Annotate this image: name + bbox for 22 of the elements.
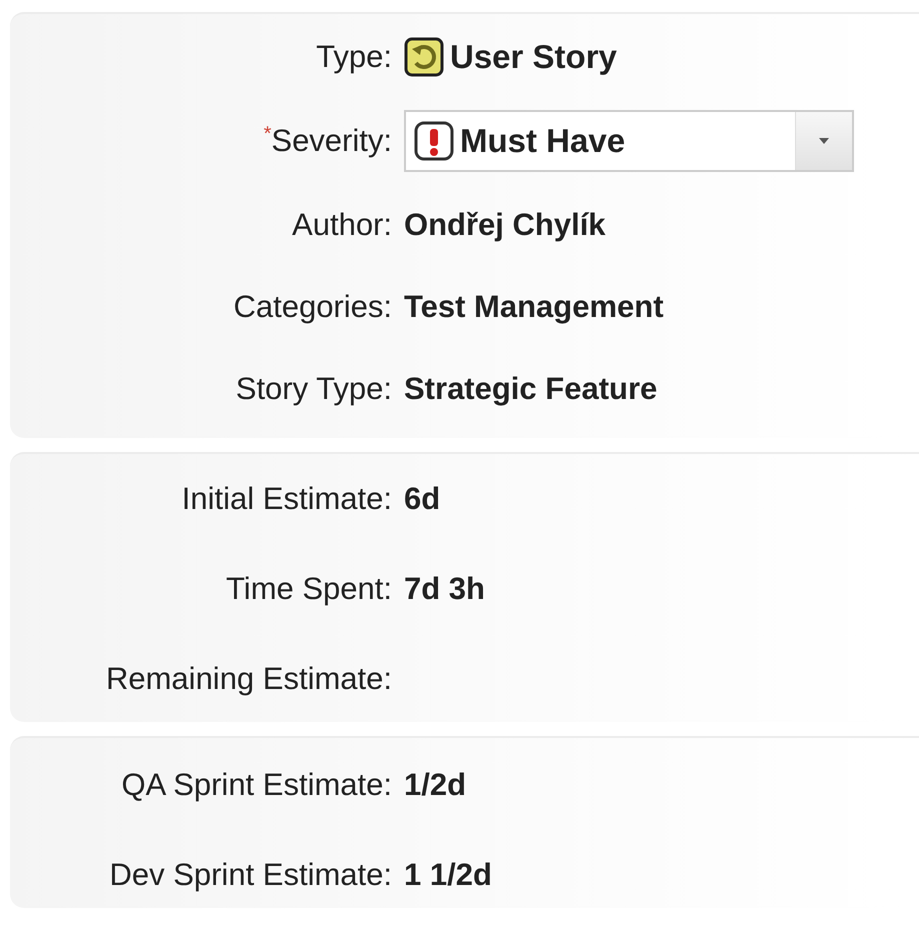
field-label: QA Sprint Estimate: (122, 767, 392, 803)
exclamation-icon (414, 121, 454, 161)
field-value: 1 1/2d (404, 857, 493, 893)
field-value: Test Management (404, 289, 665, 325)
field-value: Ondřej Chylík (404, 207, 607, 243)
field-value: 6d (404, 481, 442, 517)
story-icon (404, 37, 444, 77)
caret-icon (818, 137, 830, 145)
field-label: Time Spent: (226, 571, 392, 607)
field-label: Initial Estimate: (182, 481, 392, 517)
field-label: Categories: (233, 289, 392, 325)
severity-dropdown[interactable]: Must Have (404, 110, 854, 172)
field-label: Author: (292, 207, 392, 243)
field-label: *Severity: (264, 123, 392, 159)
field-value: 1/2d (404, 767, 468, 803)
field-label: Remaining Estimate: (106, 661, 392, 697)
field-value: User Story (450, 38, 617, 76)
field-label: Story Type: (236, 371, 392, 407)
field-label: Dev Sprint Estimate: (109, 857, 392, 893)
field-value: Strategic Feature (404, 371, 658, 407)
field-value: 7d 3h (404, 571, 486, 607)
field-label: Type: (316, 39, 392, 75)
